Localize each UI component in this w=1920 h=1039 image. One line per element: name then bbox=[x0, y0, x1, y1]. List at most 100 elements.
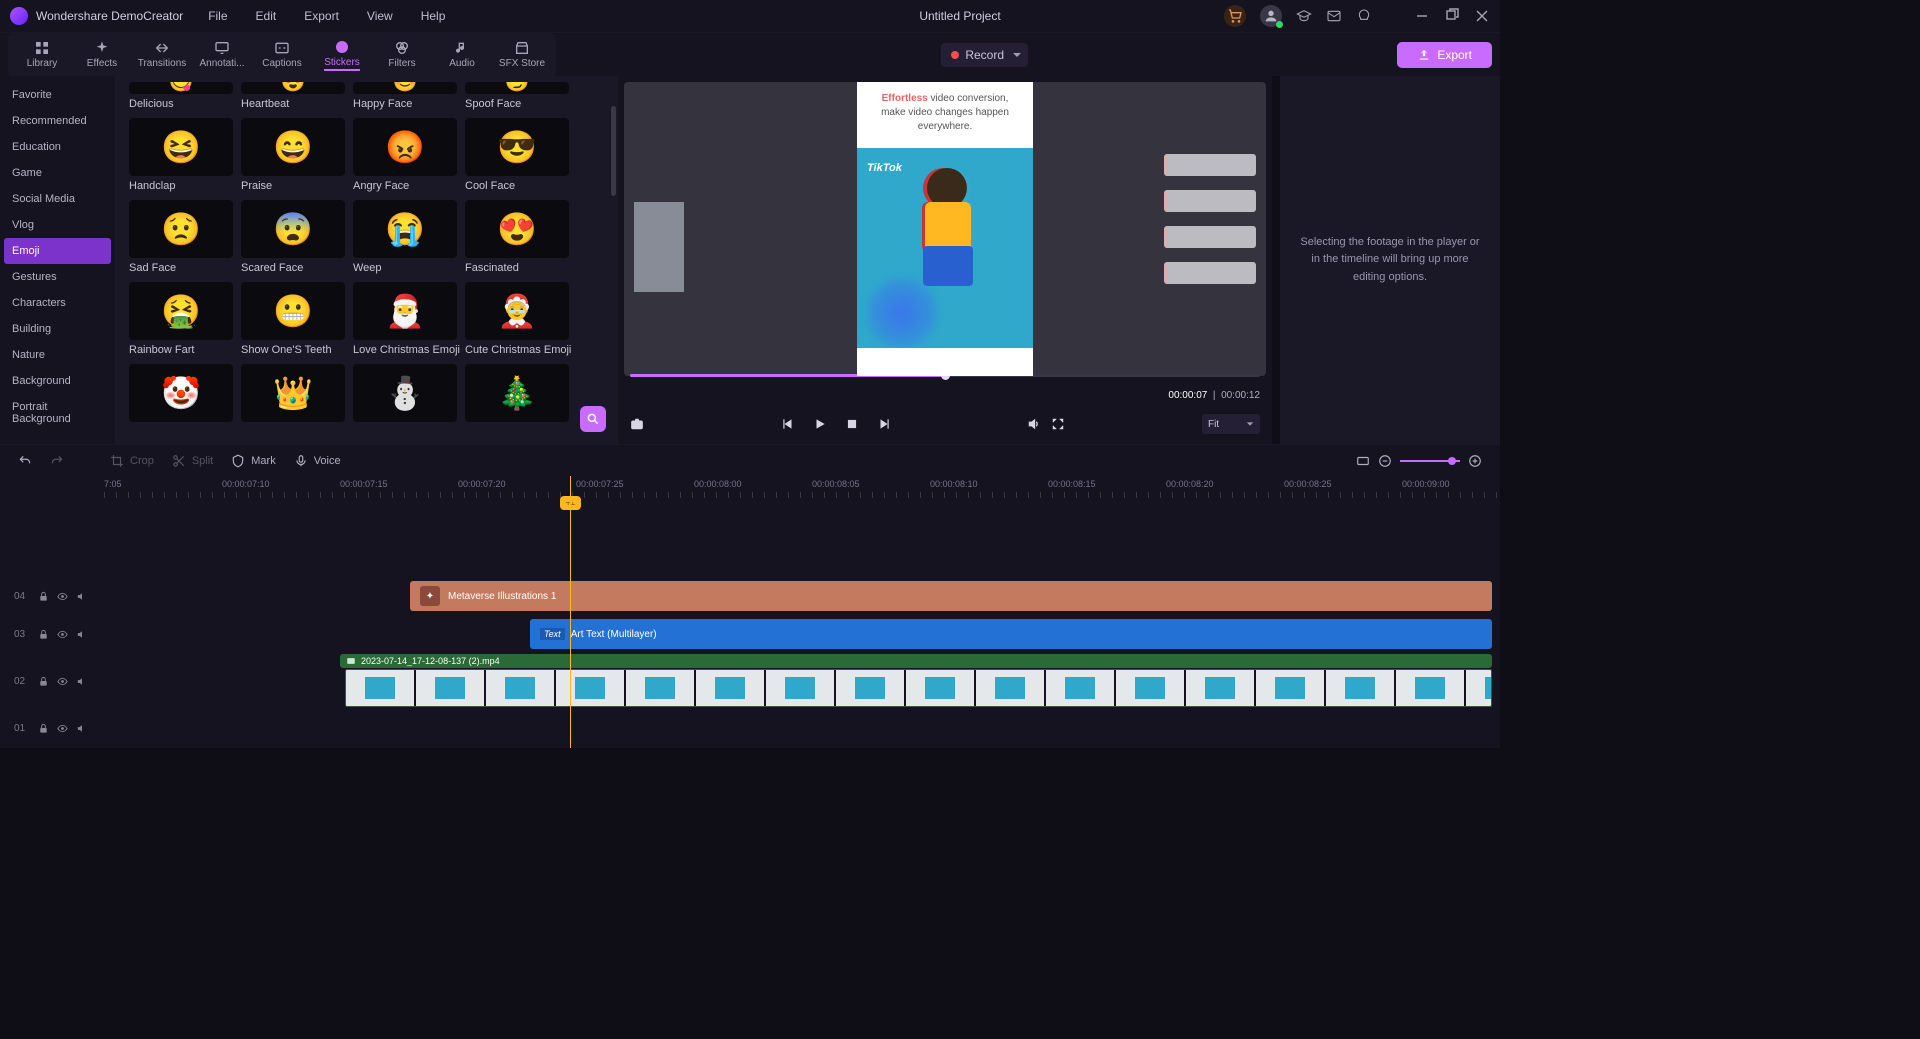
lock-icon[interactable] bbox=[38, 676, 49, 687]
sticker-thumb[interactable]: 😍 bbox=[465, 200, 569, 258]
sticker-thumb[interactable]: 😟 bbox=[129, 200, 233, 258]
fit-timeline-icon[interactable] bbox=[1356, 454, 1370, 468]
sticker-thumb[interactable]: ⛄ bbox=[353, 364, 457, 422]
preview-viewport[interactable]: Effortless video conversion,make video c… bbox=[624, 82, 1266, 376]
tab-captions[interactable]: Captions bbox=[252, 36, 312, 74]
sidebar-item-education[interactable]: Education bbox=[0, 134, 115, 160]
snapshot-icon[interactable] bbox=[630, 417, 644, 431]
mute-icon[interactable] bbox=[76, 629, 87, 640]
volume-icon[interactable] bbox=[1027, 417, 1041, 431]
menu-view[interactable]: View bbox=[367, 9, 393, 23]
undo-button[interactable] bbox=[18, 454, 32, 468]
tab-filters[interactable]: Filters bbox=[372, 36, 432, 74]
clip-video-header[interactable]: 2023-07-14_17-12-08-137 (2).mp4 bbox=[340, 654, 1492, 668]
sticker-thumb[interactable]: 😎 bbox=[465, 118, 569, 176]
academy-icon[interactable] bbox=[1296, 8, 1312, 24]
clip-metaverse[interactable]: ✦Metaverse Illustrations 1 bbox=[410, 581, 1492, 611]
export-button[interactable]: Export bbox=[1397, 42, 1492, 68]
lock-icon[interactable] bbox=[38, 591, 49, 602]
sticker-thumb[interactable]: 😭 bbox=[353, 200, 457, 258]
sidebar-item-nature[interactable]: Nature bbox=[0, 342, 115, 368]
eye-icon[interactable] bbox=[57, 676, 68, 687]
tab-effects[interactable]: Effects bbox=[72, 36, 132, 74]
sidebar-item-game[interactable]: Game bbox=[0, 160, 115, 186]
main-area: FavoriteRecommendedEducationGameSocial M… bbox=[0, 76, 1500, 444]
tab-library[interactable]: Library bbox=[12, 36, 72, 74]
split-button[interactable]: Split bbox=[172, 454, 213, 468]
sticker-thumb[interactable]: 😊 bbox=[353, 82, 457, 94]
tab-annotations[interactable]: Annotati... bbox=[192, 36, 252, 74]
menu-help[interactable]: Help bbox=[421, 9, 446, 23]
mail-icon[interactable] bbox=[1326, 8, 1342, 24]
clip-video-thumbs[interactable] bbox=[345, 669, 1492, 707]
mute-icon[interactable] bbox=[76, 591, 87, 602]
sidebar-item-building[interactable]: Building bbox=[0, 316, 115, 342]
lock-icon[interactable] bbox=[38, 629, 49, 640]
sticker-thumb[interactable]: 👑 bbox=[241, 364, 345, 422]
clip-art-text[interactable]: TextArt Text (Multilayer) bbox=[530, 619, 1492, 649]
play-button[interactable] bbox=[813, 417, 827, 431]
user-avatar-icon[interactable] bbox=[1260, 5, 1282, 27]
sidebar-item-characters[interactable]: Characters bbox=[0, 290, 115, 316]
zoom-slider[interactable] bbox=[1400, 460, 1460, 462]
sticker-thumb[interactable]: 🤮 bbox=[129, 282, 233, 340]
playhead[interactable]: ⫟⫠ bbox=[570, 476, 571, 748]
sticker-thumb[interactable]: 🎄 bbox=[465, 364, 569, 422]
tab-stickers[interactable]: Stickers bbox=[312, 36, 372, 74]
crop-button[interactable]: Crop bbox=[110, 454, 154, 468]
preview-seekbar-row: 00:00:07 | 00:00:12 bbox=[624, 380, 1266, 410]
prev-frame-button[interactable] bbox=[781, 417, 795, 431]
eye-icon[interactable] bbox=[57, 629, 68, 640]
tab-audio[interactable]: Audio bbox=[432, 36, 492, 74]
sticker-thumb[interactable]: 😏 bbox=[465, 82, 569, 94]
mute-icon[interactable] bbox=[76, 723, 87, 734]
sidebar-item-gestures[interactable]: Gestures bbox=[0, 264, 115, 290]
mute-icon[interactable] bbox=[76, 676, 87, 687]
sticker-thumb[interactable]: 😨 bbox=[241, 200, 345, 258]
sidebar-item-emoji[interactable]: Emoji bbox=[4, 238, 111, 264]
sidebar-item-favorite[interactable]: Favorite bbox=[0, 82, 115, 108]
tab-transitions[interactable]: Transitions bbox=[132, 36, 192, 74]
cart-icon[interactable] bbox=[1224, 5, 1246, 27]
sticker-thumb[interactable]: 😋 bbox=[129, 82, 233, 94]
search-button[interactable] bbox=[580, 406, 606, 432]
sticker-thumb[interactable]: 😍 bbox=[241, 82, 345, 94]
menu-file[interactable]: File bbox=[208, 9, 227, 23]
menu-edit[interactable]: Edit bbox=[256, 9, 277, 23]
sidebar-item-portrait-background[interactable]: Portrait Background bbox=[0, 394, 115, 432]
window-maximize-button[interactable] bbox=[1444, 8, 1460, 24]
voice-button[interactable]: Voice bbox=[294, 454, 341, 468]
stop-button[interactable] bbox=[845, 417, 859, 431]
sticker-thumb[interactable]: 🤡 bbox=[129, 364, 233, 422]
zoom-out-button[interactable] bbox=[1378, 454, 1392, 468]
zoom-in-button[interactable] bbox=[1468, 454, 1482, 468]
record-button[interactable]: Record bbox=[941, 43, 1028, 67]
scrollbar[interactable] bbox=[611, 106, 616, 196]
sticker-label: Cool Face bbox=[465, 180, 573, 192]
sticker-thumb[interactable]: 😡 bbox=[353, 118, 457, 176]
sidebar-item-background[interactable]: Background bbox=[0, 368, 115, 394]
sticker-thumb[interactable]: 😆 bbox=[129, 118, 233, 176]
mark-button[interactable]: Mark bbox=[231, 454, 275, 468]
sticker-thumb[interactable]: 🎅 bbox=[353, 282, 457, 340]
window-minimize-button[interactable] bbox=[1414, 8, 1430, 24]
eye-icon[interactable] bbox=[57, 723, 68, 734]
window-close-button[interactable] bbox=[1474, 8, 1490, 24]
timeline-ruler[interactable]: 7:0500:00:07:1000:00:07:1500:00:07:2000:… bbox=[104, 476, 1500, 498]
tab-sfx-store[interactable]: SFX Store bbox=[492, 36, 552, 74]
sidebar-item-social-media[interactable]: Social Media bbox=[0, 186, 115, 212]
redo-button[interactable] bbox=[50, 454, 64, 468]
zoom-fit-select[interactable]: Fit bbox=[1202, 414, 1260, 434]
timeline[interactable]: 7:0500:00:07:1000:00:07:1500:00:07:2000:… bbox=[0, 476, 1500, 748]
sticker-thumb[interactable]: 🤶 bbox=[465, 282, 569, 340]
next-frame-button[interactable] bbox=[877, 417, 891, 431]
sidebar-item-vlog[interactable]: Vlog bbox=[0, 212, 115, 238]
lock-icon[interactable] bbox=[38, 723, 49, 734]
fullscreen-icon[interactable] bbox=[1051, 417, 1065, 431]
sticker-thumb[interactable]: 😄 bbox=[241, 118, 345, 176]
eye-icon[interactable] bbox=[57, 591, 68, 602]
sticker-thumb[interactable]: 😬 bbox=[241, 282, 345, 340]
menu-export[interactable]: Export bbox=[304, 9, 339, 23]
sidebar-item-recommended[interactable]: Recommended bbox=[0, 108, 115, 134]
feedback-icon[interactable] bbox=[1356, 8, 1372, 24]
